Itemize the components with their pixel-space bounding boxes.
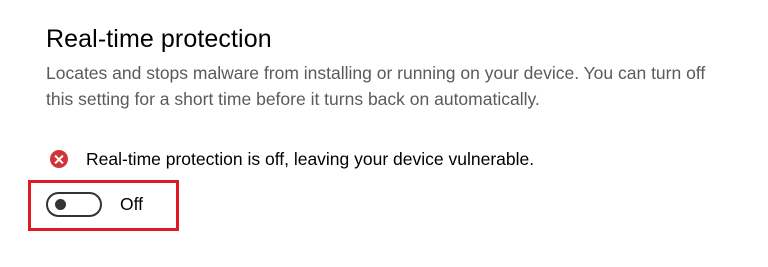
toggle-knob <box>55 199 66 210</box>
realtime-protection-toggle[interactable] <box>46 192 102 217</box>
section-description: Locates and stops malware from installin… <box>46 63 706 109</box>
toggle-state-label: Off <box>120 194 144 214</box>
warning-text: Real-time protection is off, leaving you… <box>86 149 535 169</box>
protection-warning: Real-time protection is off, leaving you… <box>50 146 534 172</box>
realtime-protection-section: Real-time protection Locates and stops m… <box>46 22 746 112</box>
realtime-protection-toggle-row[interactable]: Off <box>46 192 143 217</box>
error-circle-icon <box>50 150 68 168</box>
section-title: Real-time protection <box>46 25 272 53</box>
